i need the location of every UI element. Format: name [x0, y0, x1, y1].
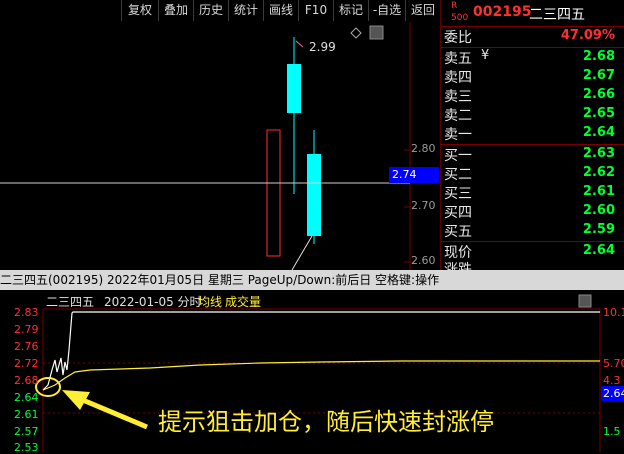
left-axis-label: 2.68 [14, 374, 39, 387]
toolbar-button-history[interactable]: 历史 [193, 0, 228, 21]
left-axis-label: 2.61 [14, 408, 39, 421]
legend-avg[interactable]: 均线 [198, 293, 222, 310]
toolbar: 复权 叠加 历史 统计 画线 F10 标记 -自选 返回 [0, 0, 440, 22]
buy-row[interactable]: 买三 2.61 [441, 183, 624, 202]
sell-row[interactable]: 卖三 2.66 [441, 86, 624, 105]
buy-label: 买四 [444, 205, 472, 221]
highlight-circle [35, 377, 61, 397]
buy-row[interactable]: 买一 2.63 [441, 145, 624, 164]
legend-volume[interactable]: 成交量 [225, 293, 261, 310]
left-axis-label: 2.53 [14, 441, 39, 454]
price-line [42, 311, 600, 391]
buy-price: 2.63 [582, 146, 615, 161]
ratio-value: 47.09% [560, 28, 615, 43]
buy-price: 2.59 [582, 222, 615, 237]
candle-3 [307, 154, 321, 236]
toolbar-button-overlay[interactable]: 叠加 [158, 0, 193, 21]
right-axis-label: 5.70 [603, 357, 624, 370]
kline-svg: 2.99 [0, 22, 411, 270]
toolbar-button-fuquan[interactable]: 复权 [121, 0, 158, 21]
high-annotation: 2.99 [309, 40, 336, 54]
left-axis-label: 2.64 [14, 391, 39, 404]
right-axis-badge: 2.64 [601, 386, 624, 401]
change-label: 涨跌 [444, 262, 472, 270]
candle-1 [266, 129, 281, 257]
intraday-settings-icon[interactable] [578, 294, 592, 308]
buy-label: 买一 [444, 148, 472, 164]
sell-label: 卖二 [444, 108, 472, 124]
buy-row[interactable]: 买五 2.59 [441, 221, 624, 240]
left-axis-label: 2.57 [14, 425, 39, 438]
sell-row[interactable]: 卖二 2.65 [441, 105, 624, 124]
sell-price: 2.66 [582, 87, 615, 102]
sell-price: 2.68 [582, 49, 615, 64]
settings-icon[interactable] [369, 25, 384, 40]
toolbar-button-stats[interactable]: 统计 [228, 0, 263, 21]
buy-label: 买五 [444, 224, 472, 240]
sell-price: 2.65 [582, 106, 615, 121]
current-value: 2.64 [582, 243, 615, 258]
stock-code: 002195 [473, 4, 532, 20]
buy-price: 2.61 [582, 184, 615, 199]
kline-price-label: 2.70 [411, 199, 436, 212]
toolbar-button-watchlist[interactable]: -自选 [368, 0, 405, 21]
sell-price: 2.64 [582, 125, 615, 140]
sell-label: 卖三 [444, 89, 472, 105]
kline-price-label: 2.60 [411, 254, 436, 267]
sell-row[interactable]: 卖四 2.67 [441, 67, 624, 86]
buy-price: 2.62 [582, 165, 615, 180]
sell-label: 卖四 [444, 70, 472, 86]
right-axis-label: 1.5 [603, 425, 621, 438]
avg-line [42, 360, 600, 391]
left-axis-label: 2.76 [14, 340, 39, 353]
sell-price: 2.67 [582, 68, 615, 83]
candle-2 [287, 64, 301, 113]
sell-label: 卖一 [444, 127, 472, 143]
toolbar-button-back[interactable]: 返回 [405, 0, 440, 21]
intraday-date: 2022-01-05 分时 [104, 295, 202, 309]
market-flag: R [451, 1, 458, 11]
buy-row[interactable]: 买二 2.62 [441, 164, 624, 183]
change-row: 涨跌 [441, 259, 624, 270]
diamond-icon[interactable] [350, 27, 362, 39]
buy-price: 2.60 [582, 203, 615, 218]
annotation-text: 提示狙击加仓，随后快速封涨停 [158, 408, 494, 436]
status-bar: 二三四五(002195) 2022年01月05日 星期三 PageUp/Down… [0, 270, 624, 290]
sell-row[interactable]: 卖五 ¥ 2.68 [441, 48, 624, 67]
yen-mark: ¥ [481, 48, 490, 63]
ratio-row: 委比 47.09% [441, 27, 624, 46]
intraday-stock-name: 二三四五 [46, 295, 95, 309]
toolbar-button-mark[interactable]: 标记 [333, 0, 368, 21]
ratio-label: 委比 [444, 30, 472, 46]
sell-row[interactable]: 卖一 2.64 [441, 124, 624, 143]
kline-price-label: 2.80 [411, 142, 436, 155]
buy-label: 买三 [444, 186, 472, 202]
toolbar-button-draw[interactable]: 画线 [263, 0, 298, 21]
buy-label: 买二 [444, 167, 472, 183]
sell-label: 卖五 [444, 51, 472, 67]
crosshair-price-badge: 2.74 [389, 167, 439, 183]
left-axis-label: 2.79 [14, 323, 39, 336]
quote-panel: R 500 002195 二三四五 委比 47.09% 卖五 ¥ 2.68 卖四… [440, 0, 624, 270]
market-code: 500 [451, 13, 469, 23]
left-axis-label: 2.72 [14, 357, 39, 370]
toolbar-button-f10[interactable]: F10 [298, 0, 333, 21]
buy-row[interactable]: 买四 2.60 [441, 202, 624, 221]
left-axis-label: 2.83 [14, 306, 39, 319]
quote-header: R 500 002195 二三四五 [441, 0, 624, 26]
right-axis-label: 10.1 [603, 306, 624, 319]
stock-name: 二三四五 [529, 7, 585, 23]
kline-chart[interactable]: 2.99 2.80 2.70 2.60 2.74 [0, 22, 440, 270]
